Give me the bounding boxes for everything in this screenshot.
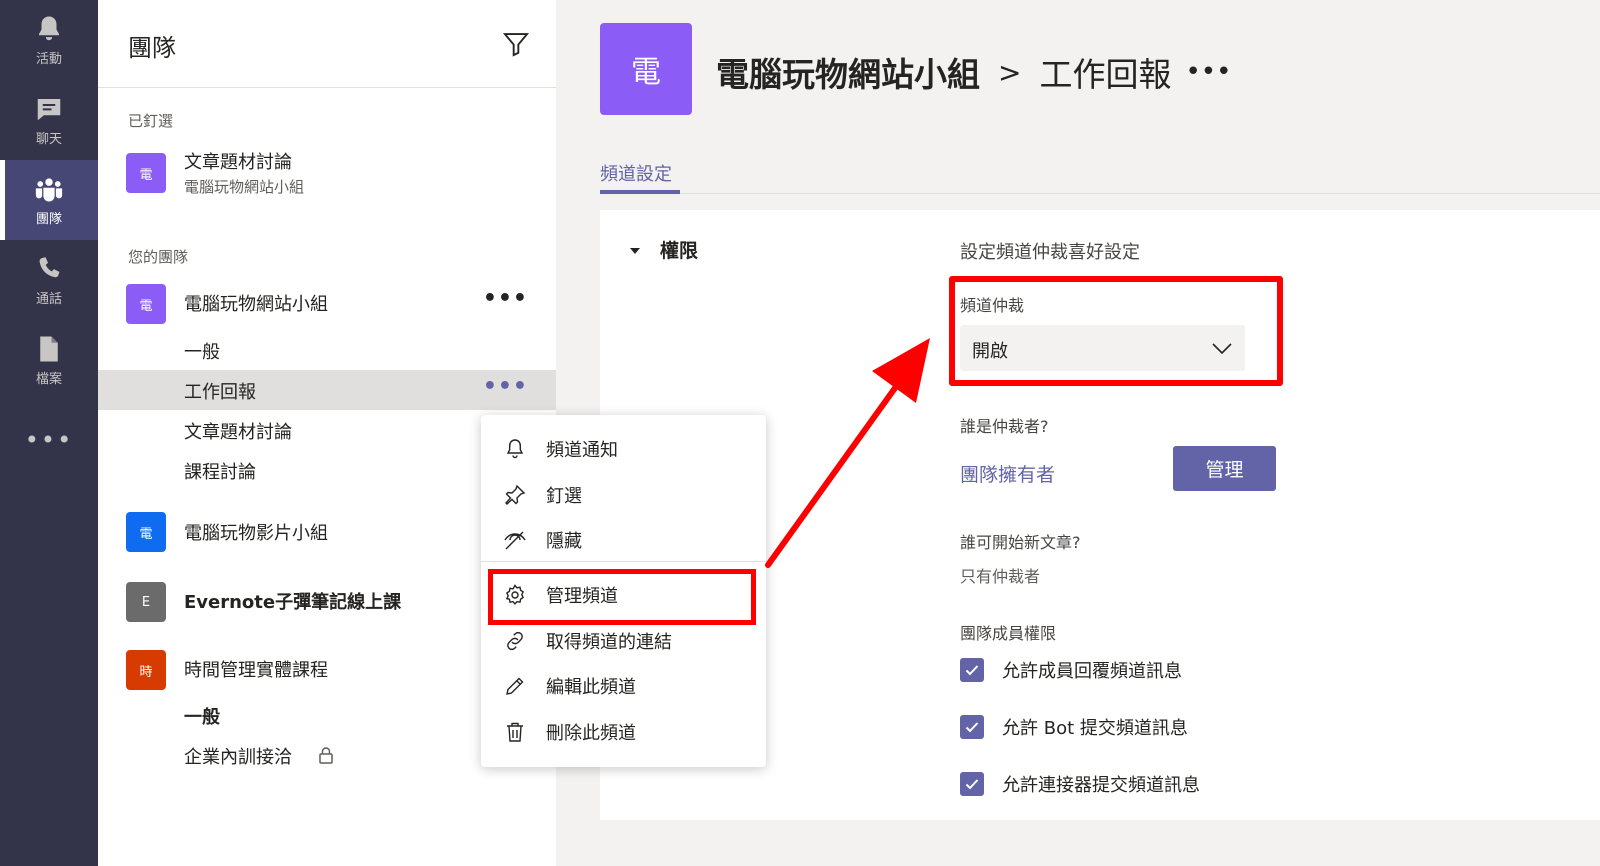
rail-more-icon[interactable]: ••• (0, 420, 98, 460)
menu-item-label: 取得頻道的連結 (546, 632, 672, 653)
rail-label: 聊天 (35, 131, 62, 147)
chat-icon (37, 98, 61, 120)
menu-item-label: 編輯此頻道 (546, 677, 636, 698)
channel-item-general[interactable]: 一般 (98, 330, 556, 370)
rail-label: 團隊 (35, 211, 62, 227)
pin-icon (505, 484, 526, 505)
breadcrumb-team[interactable]: 電腦玩物網站小組 (716, 48, 980, 96)
team-name: 電腦玩物影片小組 (184, 523, 328, 544)
menu-item-pin[interactable]: 釘選 (481, 475, 766, 515)
checkbox-row: 允許連接器提交頻道訊息 (960, 771, 1200, 797)
tab-divider (600, 193, 1600, 194)
menu-divider (481, 561, 766, 562)
rail-label: 通話 (35, 291, 62, 307)
channel-label: 一般 (184, 342, 220, 363)
moderators-value[interactable]: 團隊擁有者 (960, 460, 1055, 487)
settings-title: 設定頻道仲裁喜好設定 (960, 242, 1140, 263)
menu-item-notifications[interactable]: 頻道通知 (481, 429, 766, 469)
tab-channel-settings[interactable]: 頻道設定 (600, 160, 672, 192)
phone-icon (39, 256, 60, 277)
new-post-label: 誰可開始新文章? (960, 533, 1081, 552)
breadcrumb-separator: > (998, 55, 1022, 89)
lock-icon (319, 747, 333, 764)
team-avatar-large: 電 (600, 23, 692, 115)
menu-item-label: 釘選 (546, 486, 582, 507)
rail-label: 活動 (35, 51, 62, 67)
team-name: 電腦玩物網站小組 (184, 294, 328, 315)
team-more-icon[interactable]: ••• (483, 286, 528, 311)
pencil-icon (506, 677, 524, 695)
rail-item-teams[interactable]: 團隊 (0, 160, 98, 240)
checkmark-icon (965, 722, 979, 733)
checkbox-label: 允許 Bot 提交頻道訊息 (1002, 718, 1188, 739)
trash-icon (507, 722, 523, 742)
channel-item-work-report[interactable]: 工作回報 ••• (98, 370, 556, 410)
link-icon (507, 631, 523, 651)
rail-item-activity[interactable]: 活動 (0, 0, 98, 80)
teams-icon (35, 177, 63, 201)
tab-active-indicator (600, 190, 680, 194)
moderators-label: 誰是仲裁者? (960, 417, 1049, 436)
more-options-icon[interactable]: ••• (1185, 57, 1231, 87)
checkbox-bot[interactable] (960, 715, 984, 739)
team-name: Evernote子彈筆記線上課 (184, 592, 402, 613)
menu-item-label: 隱藏 (546, 531, 582, 552)
rail-label: 檔案 (35, 371, 62, 387)
team-avatar: 時 (126, 650, 166, 690)
breadcrumb: 電腦玩物網站小組 > 工作回報 ••• (716, 48, 1231, 96)
checkbox-label: 允許連接器提交頻道訊息 (1002, 775, 1200, 796)
team-avatar: 電 (126, 512, 166, 552)
channel-label: 工作回報 (184, 382, 256, 403)
team-name: 時間管理實體課程 (184, 660, 328, 681)
checkbox-reply[interactable] (960, 658, 984, 682)
new-post-value: 只有仲裁者 (960, 567, 1041, 586)
member-permissions-label: 團隊成員權限 (960, 624, 1057, 643)
bell-icon (506, 439, 524, 459)
channel-label: 企業內訓接洽 (184, 747, 292, 768)
pinned-team-name: 電腦玩物網站小組 (184, 178, 305, 196)
rail-item-chat[interactable]: 聊天 (0, 80, 98, 160)
pinned-section-label: 已釘選 (128, 112, 174, 130)
channel-label: 課程討論 (184, 462, 256, 483)
your-teams-label: 您的團隊 (128, 248, 189, 266)
team-avatar: 電 (126, 153, 166, 193)
checkbox-connector[interactable] (960, 772, 984, 796)
bell-icon (39, 16, 59, 40)
checkbox-row: 允許成員回覆頻道訊息 (960, 657, 1182, 683)
permissions-section-title[interactable]: 權限 (660, 236, 698, 263)
menu-item-label: 頻道通知 (546, 440, 618, 461)
channel-label: 文章題材討論 (184, 422, 292, 443)
channel-label: 一般 (184, 707, 220, 728)
menu-item-get-link[interactable]: 取得頻道的連結 (481, 621, 766, 661)
file-icon (40, 336, 58, 361)
panel-header: 團隊 (98, 0, 556, 88)
checkmark-icon (965, 779, 979, 790)
rail-item-calls[interactable]: 通話 (0, 240, 98, 320)
panel-title: 團隊 (128, 34, 176, 62)
app-rail: 活動 聊天 團隊 通話 檔案 ••• (0, 0, 98, 866)
team-avatar: 電 (126, 284, 166, 324)
manage-channel-highlight-box (488, 569, 756, 625)
breadcrumb-channel: 工作回報 (1039, 55, 1172, 94)
collapse-caret-icon[interactable] (630, 248, 640, 254)
checkbox-label: 允許成員回覆頻道訊息 (1002, 661, 1182, 682)
checkbox-row: 允許 Bot 提交頻道訊息 (960, 714, 1188, 740)
menu-item-edit-channel[interactable]: 編輯此頻道 (481, 666, 766, 706)
channel-more-icon[interactable]: ••• (483, 374, 528, 399)
checkmark-icon (965, 665, 979, 676)
manage-button[interactable]: 管理 (1173, 446, 1276, 491)
menu-item-label: 刪除此頻道 (546, 723, 636, 744)
menu-item-delete-channel[interactable]: 刪除此頻道 (481, 712, 766, 752)
rail-item-files[interactable]: 檔案 (0, 320, 98, 400)
team-avatar: E (126, 582, 166, 622)
pinned-channel-name: 文章題材討論 (184, 152, 292, 173)
filter-icon[interactable] (502, 30, 530, 58)
menu-item-hide[interactable]: 隱藏 (481, 520, 766, 560)
moderation-highlight-box (949, 276, 1283, 386)
hide-icon (504, 531, 526, 550)
